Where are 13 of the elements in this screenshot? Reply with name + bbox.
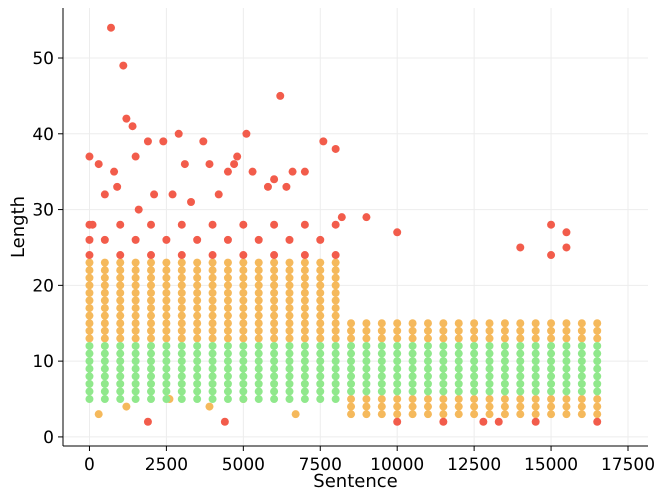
x-tick-label: 17500 (600, 455, 656, 475)
y-tick-label: 10 (32, 352, 54, 372)
x-tick-label: 12500 (447, 455, 502, 475)
x-tick-label: 5000 (222, 455, 265, 475)
y-axis-title: Length (8, 196, 29, 258)
y-tick-label: 40 (32, 124, 54, 145)
x-tick-label: 2500 (144, 455, 188, 475)
x-tick-label: 15000 (524, 455, 578, 475)
y-tick-label: 20 (32, 276, 54, 296)
y-tick-label: 50 (32, 49, 54, 70)
y-tick-label: 0 (43, 428, 54, 448)
y-tick-label: 30 (32, 200, 54, 221)
x-tick-label: 0 (84, 455, 95, 475)
